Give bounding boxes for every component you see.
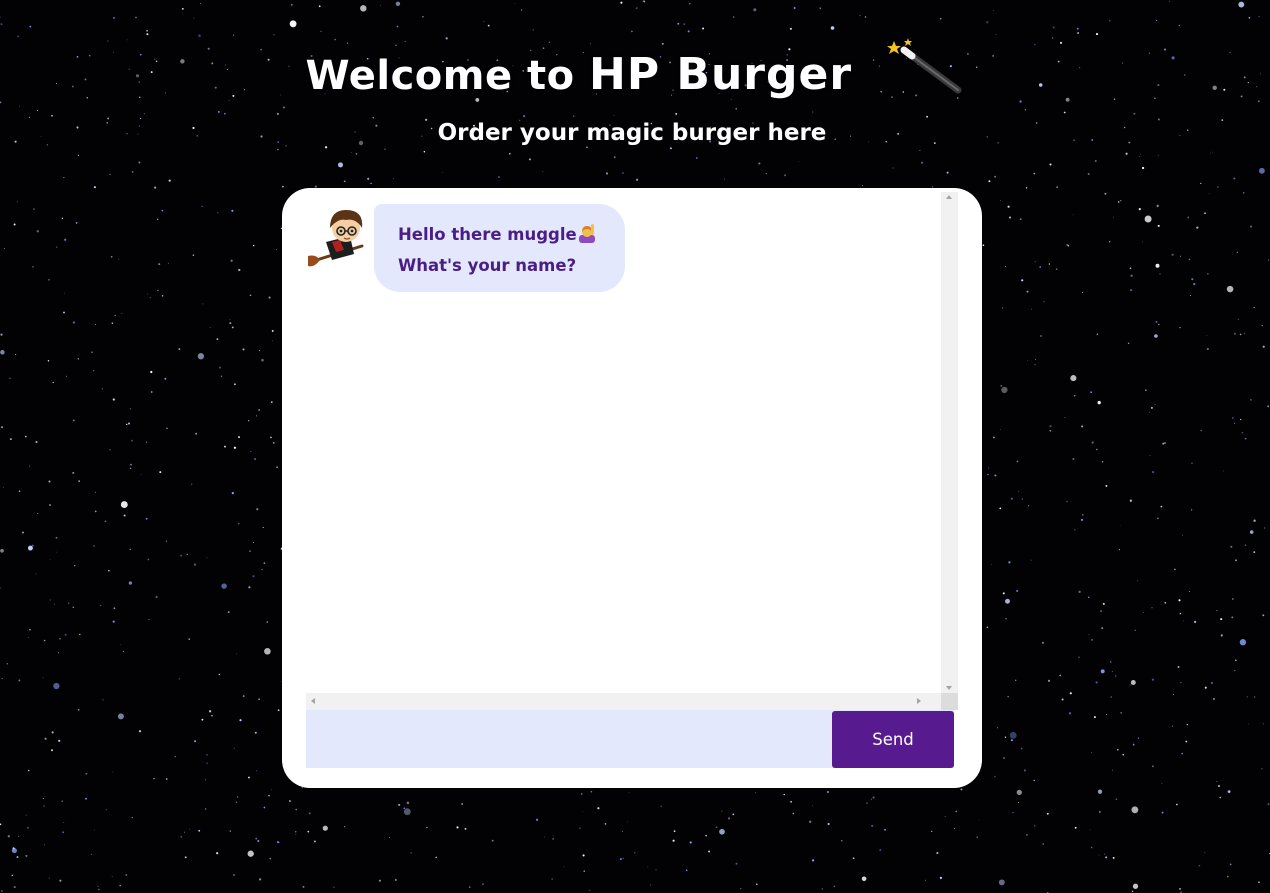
- message-line-1: Hello there muggle: [398, 221, 601, 252]
- app-root: Welcome to HP Burger Order your magic bu…: [0, 0, 1270, 893]
- scroll-left-arrow-icon[interactable]: [311, 698, 315, 704]
- scroll-up-arrow-icon[interactable]: [946, 195, 952, 199]
- page-title: Welcome to HP Burger: [0, 38, 1270, 112]
- person-raising-hand-icon: [578, 223, 596, 252]
- message-row: Hello there muggle What's your name?: [306, 204, 926, 304]
- chat-log[interactable]: Hello there muggle What's your name?: [306, 192, 941, 693]
- message-text-1: Hello there muggle: [398, 225, 577, 244]
- bot-message-bubble: Hello there muggle What's your name?: [374, 204, 625, 292]
- vertical-scrollbar[interactable]: [941, 192, 958, 693]
- scroll-down-arrow-icon[interactable]: [946, 686, 952, 690]
- title-brand: HP Burger: [589, 49, 853, 100]
- chat-window: Hello there muggle What's your name? Sen…: [282, 188, 982, 788]
- scrollbar-corner: [941, 693, 958, 710]
- magic-wand-icon: [884, 38, 964, 106]
- message-input[interactable]: [306, 710, 826, 768]
- harry-potter-broom-avatar: [306, 206, 370, 272]
- message-line-2: What's your name?: [398, 256, 577, 275]
- scroll-right-arrow-icon[interactable]: [917, 698, 921, 704]
- horizontal-scrollbar[interactable]: [306, 693, 941, 710]
- title-prefix: Welcome to: [305, 53, 590, 99]
- message-composer: Send: [306, 710, 954, 768]
- send-button[interactable]: Send: [832, 711, 954, 768]
- page-subtitle: Order your magic burger here: [437, 120, 827, 146]
